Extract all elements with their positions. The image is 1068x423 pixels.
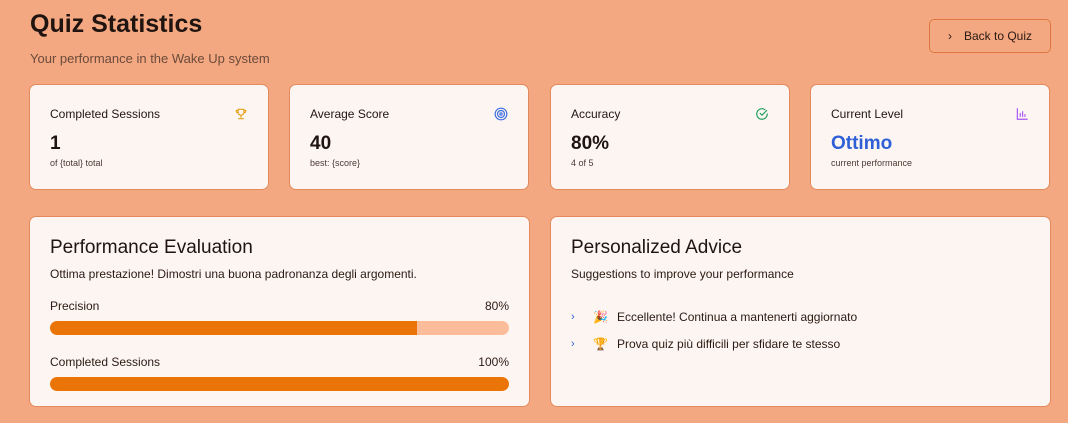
stat-card-completed-sessions: Completed Sessions 1 of {total} total bbox=[29, 84, 269, 190]
target-icon bbox=[494, 107, 508, 121]
page-header: Quiz Statistics Your performance in the … bbox=[30, 10, 270, 66]
trophy-icon bbox=[234, 107, 248, 121]
party-popper-icon: 🎉 bbox=[593, 309, 608, 324]
metric-label: Completed Sessions bbox=[50, 355, 161, 369]
stat-label: Completed Sessions bbox=[50, 107, 161, 121]
progress-bar bbox=[50, 321, 509, 335]
stat-label: Accuracy bbox=[571, 107, 621, 121]
section-description: Ottima prestazione! Dimostri una buona p… bbox=[50, 267, 417, 281]
advice-text: Prova quiz più difficili per sfidare te … bbox=[617, 336, 841, 351]
section-description: Suggestions to improve your performance bbox=[571, 267, 794, 281]
check-circle-icon bbox=[755, 107, 769, 121]
progress-bar bbox=[50, 377, 509, 391]
stat-label: Current Level bbox=[831, 107, 904, 121]
stat-card-average-score: Average Score 40 best: {score} bbox=[289, 84, 529, 190]
metric-precision: Precision 80% bbox=[50, 299, 509, 335]
metric-value: 100% bbox=[478, 355, 509, 369]
section-title: Performance Evaluation bbox=[50, 237, 253, 258]
metric-label: Precision bbox=[50, 299, 100, 313]
advice-list: › 🎉 Eccellente! Continua a mantenerti ag… bbox=[571, 303, 1030, 357]
stat-subtext: 4 of 5 bbox=[571, 158, 594, 168]
stat-subtext: best: {score} bbox=[310, 158, 361, 168]
personalized-advice-card: Personalized Advice Suggestions to impro… bbox=[550, 216, 1051, 407]
performance-evaluation-card: Performance Evaluation Ottima prestazion… bbox=[29, 216, 530, 407]
back-to-quiz-button[interactable]: › Back to Quiz bbox=[929, 19, 1051, 53]
page-title: Quiz Statistics bbox=[30, 10, 203, 38]
advice-item: › 🎉 Eccellente! Continua a mantenerti ag… bbox=[571, 303, 1030, 330]
stat-subtext: of {total} total bbox=[50, 158, 103, 168]
section-title: Personalized Advice bbox=[571, 237, 743, 258]
chevron-right-icon: › bbox=[571, 310, 575, 323]
trophy-icon: 🏆 bbox=[593, 336, 608, 351]
bar-chart-icon bbox=[1015, 107, 1029, 121]
chevron-right-icon: › bbox=[947, 29, 952, 43]
chevron-right-icon: › bbox=[571, 337, 575, 350]
stat-subtext: current performance bbox=[831, 158, 913, 168]
metric-completed-sessions: Completed Sessions 100% bbox=[50, 355, 509, 391]
advice-item: › 🏆 Prova quiz più difficili per sfidare… bbox=[571, 330, 1030, 357]
advice-text: Eccellente! Continua a mantenerti aggior… bbox=[617, 309, 858, 324]
stat-card-current-level: Current Level Ottimo current performance bbox=[810, 84, 1050, 190]
page-subtitle: Your performance in the Wake Up system bbox=[30, 51, 270, 66]
stat-value: 1 bbox=[50, 133, 61, 154]
metric-value: 80% bbox=[484, 299, 509, 313]
back-to-quiz-label: Back to Quiz bbox=[963, 29, 1033, 43]
stat-value: 80% bbox=[571, 133, 610, 154]
progress-fill bbox=[50, 321, 418, 335]
stat-value: Ottimo bbox=[831, 133, 893, 154]
progress-fill bbox=[50, 377, 509, 391]
stat-value: 40 bbox=[310, 133, 332, 154]
stat-card-accuracy: Accuracy 80% 4 of 5 bbox=[550, 84, 790, 190]
stat-label: Average Score bbox=[310, 107, 390, 121]
